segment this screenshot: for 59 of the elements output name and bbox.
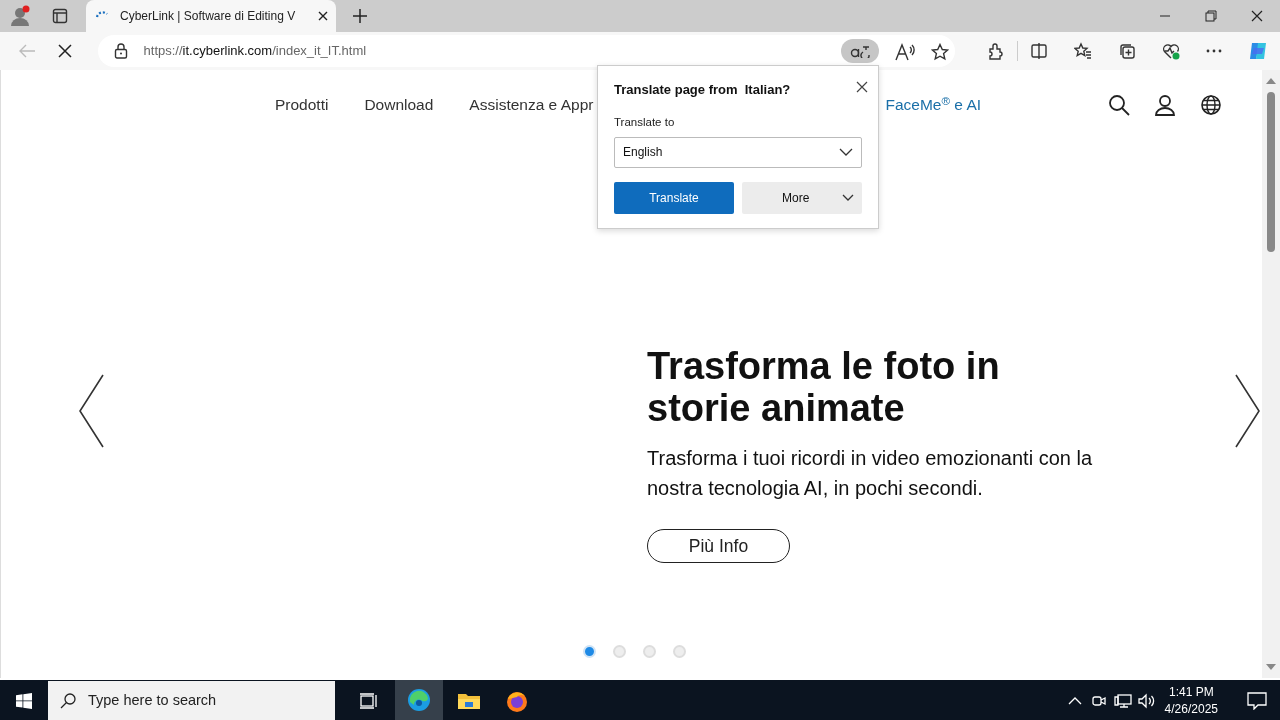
new-tab-icon[interactable] (352, 8, 368, 24)
nav-link[interactable]: Download (364, 93, 434, 117)
carousel-dot[interactable] (613, 645, 626, 658)
tab-title: CyberLink | Software di Editing V (120, 8, 297, 25)
lock-icon (113, 43, 128, 59)
hero-text: Trasforma i tuoi ricordi in video emozionanti con la nostra tecnologia AI, in pochi secondi. (647, 446, 1093, 501)
next-slide-icon[interactable] (1234, 374, 1262, 448)
browser-health-icon[interactable] (1161, 42, 1180, 60)
favorites-icon[interactable] (1074, 42, 1093, 60)
nav-link[interactable]: Assistenza e Appr (469, 93, 594, 117)
globe-icon[interactable] (1200, 94, 1222, 116)
notifications-icon[interactable] (1247, 692, 1267, 710)
scrollbar-thumb[interactable] (1267, 92, 1275, 252)
carousel-dot[interactable] (583, 645, 596, 658)
scroll-down-icon[interactable] (1266, 664, 1276, 670)
scroll-up-icon[interactable] (1266, 78, 1276, 84)
nav-link[interactable]: Prodotti (275, 93, 329, 117)
account-icon[interactable] (1154, 94, 1176, 116)
chevron-down-icon (839, 148, 853, 157)
close-icon[interactable] (1251, 10, 1263, 22)
stop-icon[interactable] (57, 44, 72, 58)
search-icon[interactable] (1108, 94, 1130, 116)
taskbar-search-field[interactable]: Type here to search (48, 681, 335, 720)
split-screen-icon[interactable] (1030, 42, 1049, 60)
camera-icon[interactable] (1090, 693, 1107, 709)
read-aloud-icon[interactable] (894, 42, 915, 61)
collections-icon[interactable] (1117, 42, 1136, 60)
close-icon (318, 11, 328, 21)
taskbar-clock[interactable]: 1:41 PM 4/26/2025 (1164, 684, 1218, 718)
browser-tab[interactable]: CyberLink | Software di Editing V (86, 0, 336, 32)
start-icon[interactable] (16, 693, 32, 709)
address-bar[interactable]: https://it.cyberlink.com/index_it_IT.html (97, 35, 955, 67)
close-icon (856, 80, 868, 93)
chevron-up-icon[interactable] (1067, 697, 1082, 705)
favorite-icon[interactable] (930, 42, 949, 61)
chevron-down-icon (842, 193, 854, 202)
url-text: https://it.cyberlink.com/index_it_IT.html (143, 42, 367, 61)
translate-button[interactable]: Translate (614, 181, 734, 214)
field-label: Translate to (614, 114, 676, 130)
previous-slide-icon[interactable] (77, 374, 105, 448)
more-info-button[interactable]: Più Info (647, 529, 790, 563)
network-icon[interactable] (1113, 693, 1132, 709)
task-view-icon[interactable] (360, 693, 378, 709)
restore-icon[interactable] (1205, 10, 1217, 22)
translate-icon[interactable] (840, 39, 879, 63)
carousel-dot[interactable] (643, 645, 656, 658)
nav-link[interactable]: FaceMe$^{®}$ e AI (885, 93, 982, 117)
popup-title: Translate page from Italian? (614, 81, 792, 99)
tab-actions-icon[interactable] (52, 8, 68, 24)
more-button[interactable]: More (742, 181, 862, 214)
close-tab-button[interactable] (318, 11, 328, 21)
folder-icon[interactable] (457, 691, 481, 711)
hero-heading: Trasforma le foto in storie animate (647, 345, 1001, 429)
search-icon (60, 693, 76, 709)
volume-icon[interactable] (1137, 693, 1156, 709)
profile-icon[interactable] (9, 5, 31, 27)
carousel-dot[interactable] (673, 645, 686, 658)
translate-glyph-icon (848, 44, 871, 58)
language-dropdown[interactable]: English (614, 136, 862, 168)
